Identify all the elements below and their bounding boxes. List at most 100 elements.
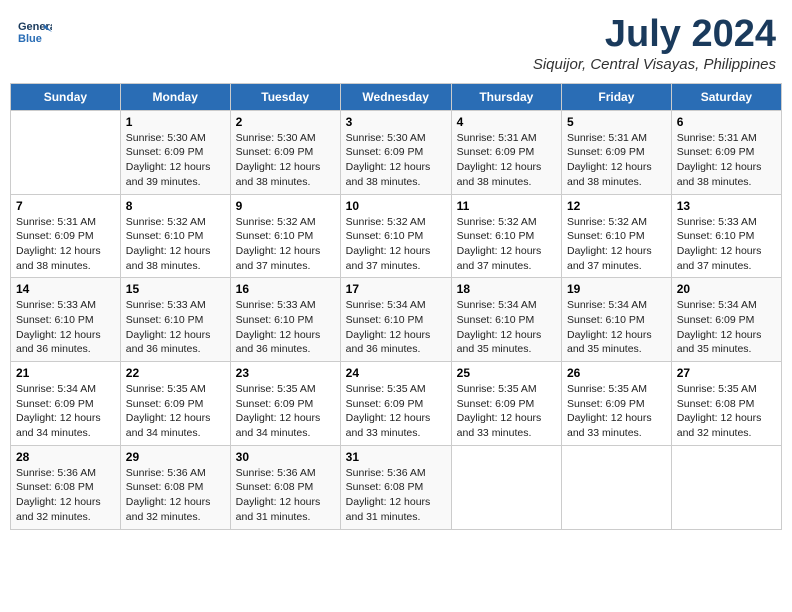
calendar-cell: 29Sunrise: 5:36 AM Sunset: 6:08 PM Dayli…	[120, 445, 230, 529]
day-number: 27	[677, 366, 776, 380]
calendar-cell: 16 Sunrise: 5:33 AM Sunset: 6:10 PM Dayli…	[230, 278, 340, 362]
header-day-sunday: Sunday	[11, 83, 121, 110]
calendar-cell: 3Sunrise: 5:30 AM Sunset: 6:09 PM Daylig…	[340, 110, 451, 194]
day-info: Sunrise: 5:34 AM Sunset: 6:09 PM Dayligh…	[677, 298, 776, 357]
day-number: 19	[567, 282, 666, 296]
calendar-cell: 12 Sunrise: 5:32 AM Sunset: 6:10 PM Dayli…	[562, 194, 672, 278]
svg-text:Blue: Blue	[18, 33, 42, 45]
day-info: Sunrise: 5:33 AM Sunset: 6:10 PM Dayligh…	[126, 298, 225, 357]
header-day-tuesday: Tuesday	[230, 83, 340, 110]
calendar-cell: 6 Sunrise: 5:31 AM Sunset: 6:09 PM Daylig…	[671, 110, 781, 194]
calendar-cell: 19Sunrise: 5:34 AM Sunset: 6:10 PM Dayli…	[562, 278, 672, 362]
day-number: 8	[126, 199, 225, 213]
day-info: Sunrise: 5:32 AM Sunset: 6:10 PM Dayligh…	[567, 215, 666, 274]
header-day-saturday: Saturday	[671, 83, 781, 110]
day-info: Sunrise: 5:35 AM Sunset: 6:09 PM Dayligh…	[236, 382, 335, 441]
calendar-header: SundayMondayTuesdayWednesdayThursdayFrid…	[11, 83, 782, 110]
calendar-cell: 18 Sunrise: 5:34 AM Sunset: 6:10 PM Dayli…	[451, 278, 561, 362]
day-info: Sunrise: 5:36 AM Sunset: 6:08 PM Dayligh…	[346, 466, 446, 525]
calendar-cell: 1Sunrise: 5:30 AM Sunset: 6:09 PM Daylig…	[120, 110, 230, 194]
logo: General Blue	[16, 14, 52, 50]
day-number: 12	[567, 199, 666, 213]
calendar-cell: 17 Sunrise: 5:34 AM Sunset: 6:10 PM Dayli…	[340, 278, 451, 362]
day-info: Sunrise: 5:33 AM Sunset: 6:10 PM Dayligh…	[236, 298, 335, 357]
day-info: Sunrise: 5:34 AM Sunset: 6:10 PM Dayligh…	[457, 298, 556, 357]
day-info: Sunrise: 5:34 AM Sunset: 6:10 PM Dayligh…	[346, 298, 446, 357]
week-row-2: 7 Sunrise: 5:31 AM Sunset: 6:09 PM Daylig…	[11, 194, 782, 278]
general-blue-logo-icon: General Blue	[16, 14, 52, 50]
day-number: 20	[677, 282, 776, 296]
day-number: 15	[126, 282, 225, 296]
calendar-cell: 8 Sunrise: 5:32 AM Sunset: 6:10 PM Daylig…	[120, 194, 230, 278]
calendar-table: SundayMondayTuesdayWednesdayThursdayFrid…	[10, 83, 782, 530]
calendar-cell: 23 Sunrise: 5:35 AM Sunset: 6:09 PM Dayli…	[230, 362, 340, 446]
calendar-body: 1 Sunrise: 5:30 AM Sunset: 6:09 PM Daylig…	[11, 110, 782, 529]
header-day-thursday: Thursday	[451, 83, 561, 110]
calendar-cell	[451, 445, 561, 529]
day-number: 6	[677, 115, 776, 129]
header-row: SundayMondayTuesdayWednesdayThursdayFrid…	[11, 83, 782, 110]
day-number: 18	[457, 282, 556, 296]
day-number: 5	[567, 115, 666, 129]
calendar-cell: 11 Sunrise: 5:32 AM Sunset: 6:10 PM Dayli…	[451, 194, 561, 278]
calendar-cell: 30 Sunrise: 5:36 AM Sunset: 6:08 PM Dayli…	[230, 445, 340, 529]
day-number: 24	[346, 366, 446, 380]
calendar-cell: 4Sunrise: 5:31 AM Sunset: 6:09 PM Daylig…	[451, 110, 561, 194]
day-number: 31	[346, 450, 446, 464]
day-info: Sunrise: 5:32 AM Sunset: 6:10 PM Dayligh…	[346, 215, 446, 274]
calendar-cell: 5 Sunrise: 5:31 AM Sunset: 6:09 PM Daylig…	[562, 110, 672, 194]
calendar-cell: 24Sunrise: 5:35 AM Sunset: 6:09 PM Dayli…	[340, 362, 451, 446]
calendar-cell	[11, 110, 121, 194]
day-number: 11	[457, 199, 556, 213]
day-number: 17	[346, 282, 446, 296]
day-info: Sunrise: 5:31 AM Sunset: 6:09 PM Dayligh…	[677, 131, 776, 190]
page-header: General Blue July 2024 Siquijor, Central…	[10, 10, 782, 77]
day-number: 22	[126, 366, 225, 380]
calendar-cell: 31 Sunrise: 5:36 AM Sunset: 6:08 PM Dayli…	[340, 445, 451, 529]
day-info: Sunrise: 5:36 AM Sunset: 6:08 PM Dayligh…	[236, 466, 335, 525]
day-number: 14	[16, 282, 115, 296]
header-day-monday: Monday	[120, 83, 230, 110]
day-info: Sunrise: 5:36 AM Sunset: 6:08 PM Dayligh…	[126, 466, 225, 525]
day-info: Sunrise: 5:30 AM Sunset: 6:09 PM Dayligh…	[346, 131, 446, 190]
header-day-friday: Friday	[562, 83, 672, 110]
calendar-cell	[671, 445, 781, 529]
day-number: 9	[236, 199, 335, 213]
day-info: Sunrise: 5:35 AM Sunset: 6:09 PM Dayligh…	[457, 382, 556, 441]
day-info: Sunrise: 5:34 AM Sunset: 6:09 PM Dayligh…	[16, 382, 115, 441]
header-day-wednesday: Wednesday	[340, 83, 451, 110]
day-info: Sunrise: 5:30 AM Sunset: 6:09 PM Dayligh…	[236, 131, 335, 190]
calendar-cell: 26Sunrise: 5:35 AM Sunset: 6:09 PM Dayli…	[562, 362, 672, 446]
day-info: Sunrise: 5:36 AM Sunset: 6:08 PM Dayligh…	[16, 466, 115, 525]
day-number: 1	[126, 115, 225, 129]
week-row-4: 21Sunrise: 5:34 AM Sunset: 6:09 PM Dayli…	[11, 362, 782, 446]
calendar-cell: 7 Sunrise: 5:31 AM Sunset: 6:09 PM Daylig…	[11, 194, 121, 278]
day-number: 13	[677, 199, 776, 213]
day-info: Sunrise: 5:31 AM Sunset: 6:09 PM Dayligh…	[567, 131, 666, 190]
day-info: Sunrise: 5:32 AM Sunset: 6:10 PM Dayligh…	[457, 215, 556, 274]
calendar-cell: 25 Sunrise: 5:35 AM Sunset: 6:09 PM Dayli…	[451, 362, 561, 446]
day-number: 28	[16, 450, 115, 464]
day-number: 23	[236, 366, 335, 380]
day-number: 7	[16, 199, 115, 213]
day-number: 30	[236, 450, 335, 464]
week-row-5: 28 Sunrise: 5:36 AM Sunset: 6:08 PM Dayli…	[11, 445, 782, 529]
month-title: July 2024	[533, 14, 776, 56]
day-number: 25	[457, 366, 556, 380]
week-row-3: 14 Sunrise: 5:33 AM Sunset: 6:10 PM Dayli…	[11, 278, 782, 362]
day-info: Sunrise: 5:31 AM Sunset: 6:09 PM Dayligh…	[16, 215, 115, 274]
day-number: 10	[346, 199, 446, 213]
calendar-cell: 14Sunrise: 5:33 AM Sunset: 6:10 PM Dayli…	[11, 278, 121, 362]
day-info: Sunrise: 5:33 AM Sunset: 6:10 PM Dayligh…	[677, 215, 776, 274]
calendar-cell: 9Sunrise: 5:32 AM Sunset: 6:10 PM Daylig…	[230, 194, 340, 278]
calendar-cell: 15 Sunrise: 5:33 AM Sunset: 6:10 PM Dayli…	[120, 278, 230, 362]
day-info: Sunrise: 5:35 AM Sunset: 6:08 PM Dayligh…	[677, 382, 776, 441]
calendar-cell: 2 Sunrise: 5:30 AM Sunset: 6:09 PM Daylig…	[230, 110, 340, 194]
calendar-cell: 22Sunrise: 5:35 AM Sunset: 6:09 PM Dayli…	[120, 362, 230, 446]
day-number: 16	[236, 282, 335, 296]
day-info: Sunrise: 5:32 AM Sunset: 6:10 PM Dayligh…	[126, 215, 225, 274]
calendar-cell	[562, 445, 672, 529]
day-number: 26	[567, 366, 666, 380]
title-block: July 2024 Siquijor, Central Visayas, Phi…	[533, 14, 776, 73]
day-number: 2	[236, 115, 335, 129]
